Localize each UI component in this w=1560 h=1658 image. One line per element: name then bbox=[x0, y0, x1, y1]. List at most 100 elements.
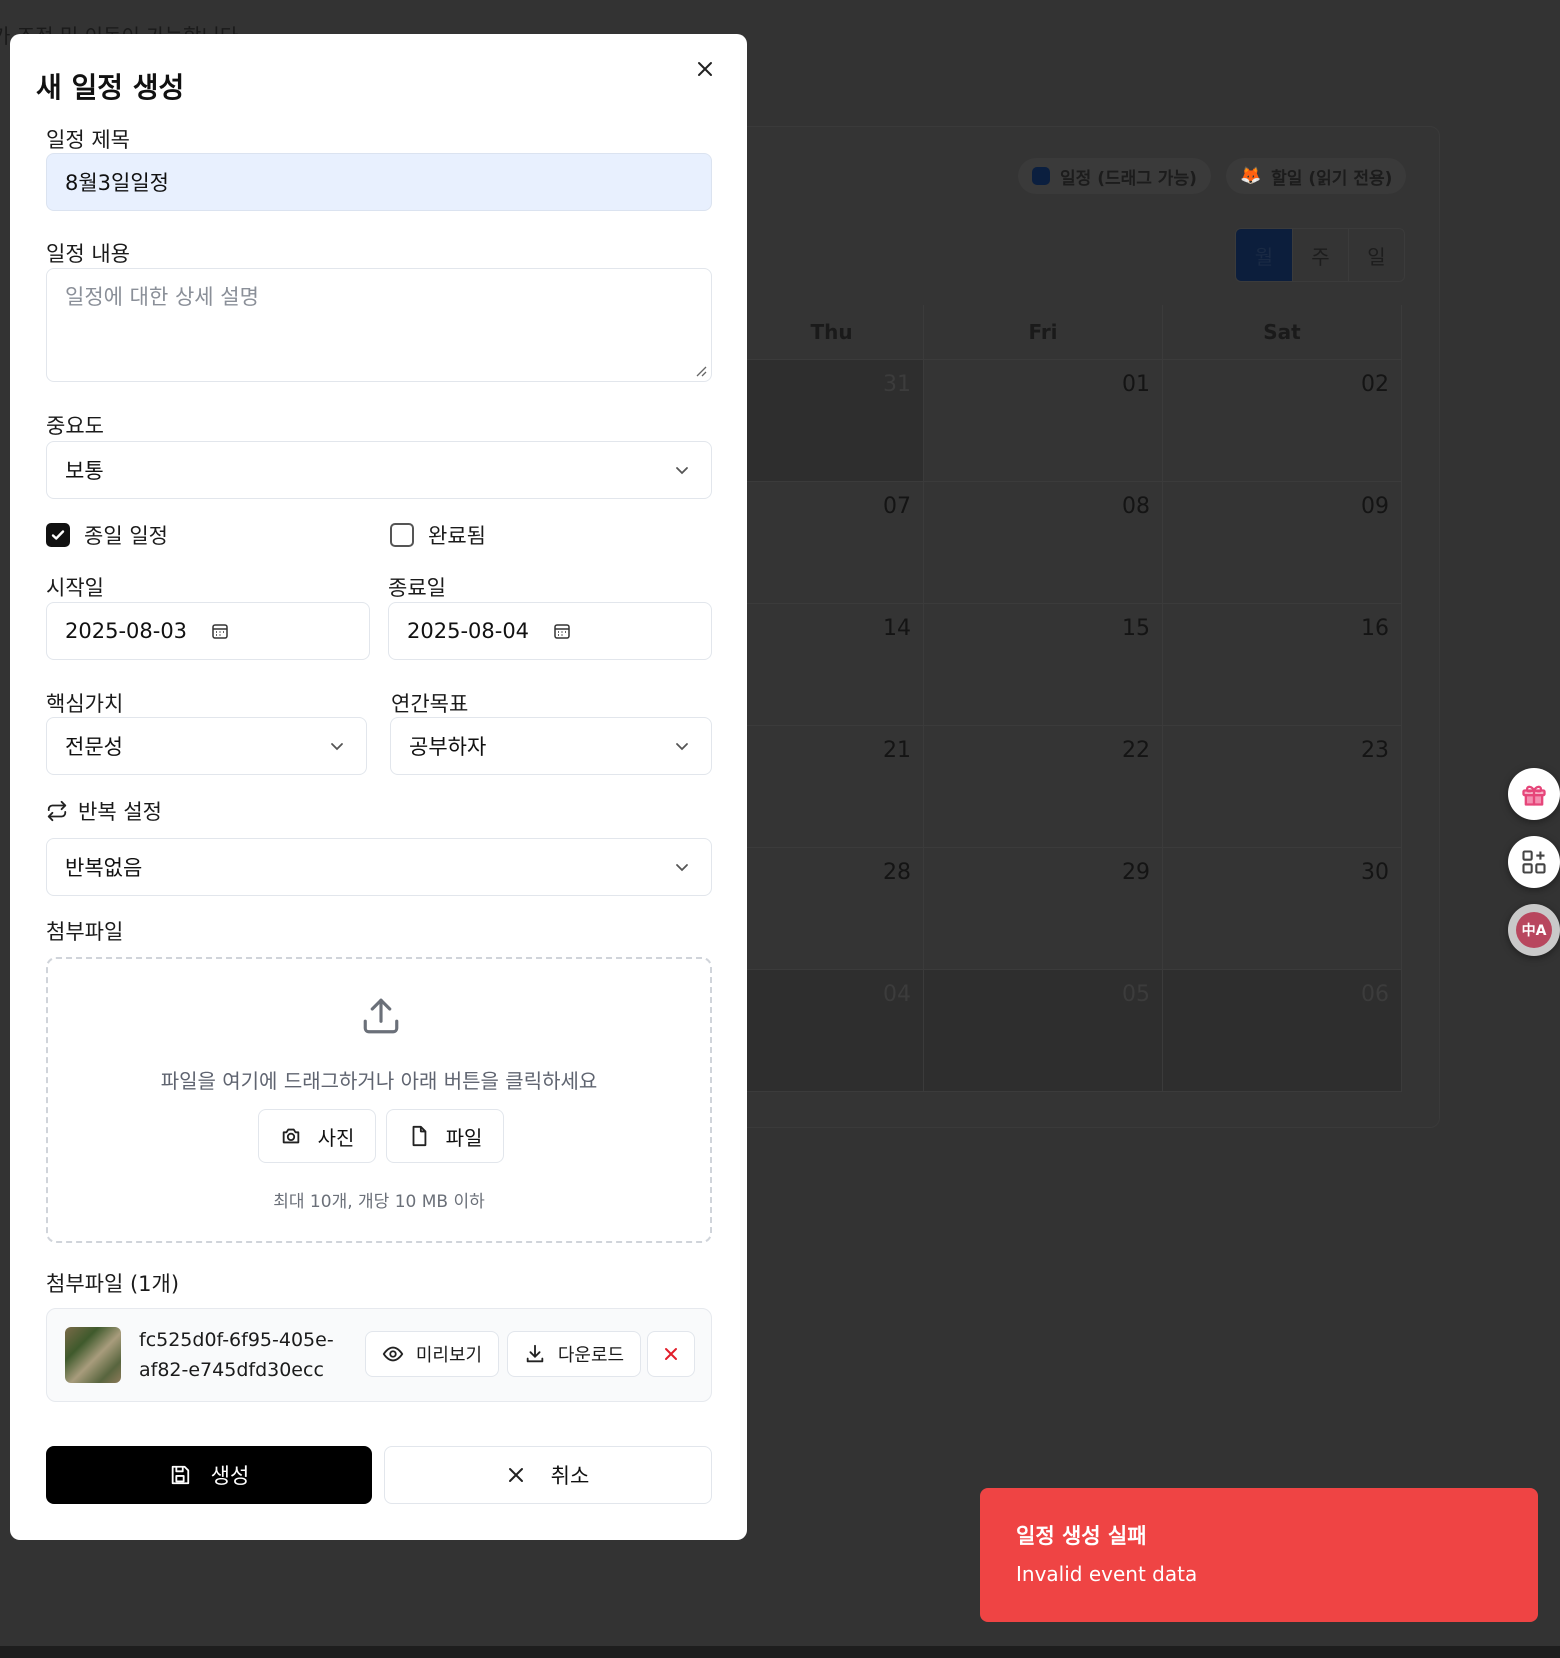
close-icon bbox=[665, 1348, 677, 1360]
repeat-icon bbox=[47, 800, 67, 822]
toast-description: Invalid event data bbox=[1016, 1562, 1198, 1586]
attachment-thumbnail[interactable] bbox=[65, 1327, 121, 1383]
priority-label: 중요도 bbox=[46, 414, 104, 438]
completed-checkbox[interactable] bbox=[390, 523, 414, 547]
close-button[interactable] bbox=[692, 56, 718, 82]
attachment-list-label: 첨부파일 (1개) bbox=[46, 1272, 180, 1296]
title-input[interactable]: 8월3일일정 bbox=[46, 153, 712, 211]
calendar-day[interactable]: 31 bbox=[740, 360, 924, 482]
calendar-day[interactable]: 08 bbox=[924, 482, 1163, 604]
chevron-down-icon bbox=[676, 467, 688, 475]
all-day-checkbox-row[interactable]: 종일 일정 bbox=[46, 520, 168, 550]
camera-icon bbox=[282, 1128, 299, 1144]
view-toggle: 월 주 일 bbox=[1235, 228, 1405, 282]
cancel-button[interactable]: 취소 bbox=[384, 1446, 712, 1504]
dropzone-limit-note: 최대 10개, 개당 10 MB 이하 bbox=[273, 1192, 485, 1212]
annual-goal-label: 연간목표 bbox=[391, 692, 469, 716]
repeat-value: 반복없음 bbox=[65, 856, 143, 880]
title-label: 일정 제목 bbox=[46, 128, 130, 152]
calendar-day[interactable]: 29 bbox=[924, 848, 1163, 970]
all-day-checkbox[interactable] bbox=[46, 523, 70, 547]
chevron-down-icon bbox=[676, 864, 688, 872]
chevron-down-icon bbox=[331, 743, 343, 751]
weekday-header: Thu bbox=[740, 305, 924, 359]
calendar-day[interactable]: 21 bbox=[740, 726, 924, 848]
gift-button[interactable] bbox=[1508, 768, 1560, 820]
resize-grip-icon bbox=[696, 366, 707, 377]
view-month-button[interactable]: 월 bbox=[1236, 229, 1292, 281]
start-date-input[interactable]: 2025-08-03 bbox=[46, 602, 370, 660]
calendar-day[interactable]: 15 bbox=[924, 604, 1163, 726]
content-textarea[interactable]: 일정에 대한 상세 설명 bbox=[46, 268, 712, 382]
calendar-day[interactable]: 16 bbox=[1163, 604, 1402, 726]
attachment-item: fc525d0f-6f95-405e- af82-e745dfd30ecc 미리… bbox=[46, 1308, 712, 1402]
repeat-select[interactable]: 반복없음 bbox=[46, 838, 712, 896]
toast-title: 일정 생성 실패 bbox=[1016, 1524, 1147, 1548]
save-icon bbox=[171, 1465, 189, 1485]
file-button[interactable]: 파일 bbox=[386, 1109, 504, 1163]
calendar-day[interactable]: 06 bbox=[1163, 970, 1402, 1092]
legend-todo: 🦊 할일 (읽기 전용) bbox=[1226, 158, 1407, 194]
calendar-day[interactable]: 07 bbox=[740, 482, 924, 604]
legend-todo-label: 할일 (읽기 전용) bbox=[1271, 168, 1393, 189]
completed-checkbox-row[interactable]: 완료됨 bbox=[390, 520, 486, 550]
all-day-label: 종일 일정 bbox=[84, 524, 168, 548]
calendar-day[interactable]: 28 bbox=[740, 848, 924, 970]
chevron-down-icon bbox=[676, 743, 688, 751]
calendar-day[interactable]: 30 bbox=[1163, 848, 1402, 970]
close-icon bbox=[508, 1468, 523, 1482]
preview-button[interactable]: 미리보기 bbox=[365, 1331, 499, 1377]
bottom-bar bbox=[0, 1646, 1560, 1658]
calendar-day[interactable]: 22 bbox=[924, 726, 1163, 848]
view-day-button[interactable]: 일 bbox=[1348, 229, 1404, 281]
calendar-grid: Thu Fri Sat 31 01 02 07 08 09 14 15 16 2… bbox=[740, 305, 1402, 1092]
photo-button-label: 사진 bbox=[317, 1125, 355, 1150]
apps-add-icon bbox=[1522, 850, 1546, 874]
annual-goal-value: 공부하자 bbox=[409, 735, 487, 759]
annual-goal-select[interactable]: 공부하자 bbox=[390, 717, 712, 775]
calendar-day[interactable]: 01 bbox=[924, 360, 1163, 482]
cancel-button-label: 취소 bbox=[550, 1464, 590, 1488]
calendar-day[interactable]: 04 bbox=[740, 970, 924, 1092]
priority-select[interactable]: 보통 bbox=[46, 441, 712, 499]
calendar-icon[interactable] bbox=[211, 622, 229, 640]
remove-attachment-button[interactable] bbox=[647, 1331, 695, 1377]
download-icon bbox=[526, 1344, 544, 1363]
calendar-day[interactable]: 23 bbox=[1163, 726, 1402, 848]
download-label: 다운로드 bbox=[557, 1345, 625, 1366]
close-icon bbox=[698, 62, 712, 76]
file-icon bbox=[412, 1125, 426, 1147]
preview-label: 미리보기 bbox=[415, 1345, 483, 1366]
legend-event: 일정 (드래그 가능) bbox=[1018, 158, 1211, 194]
start-date-value: 2025-08-03 bbox=[65, 619, 188, 643]
core-value: 전문성 bbox=[65, 735, 123, 759]
eye-icon bbox=[382, 1346, 404, 1362]
calendar-day[interactable]: 02 bbox=[1163, 360, 1402, 482]
calendar-icon[interactable] bbox=[553, 622, 571, 640]
translate-button[interactable]: 中A bbox=[1508, 904, 1560, 956]
photo-button[interactable]: 사진 bbox=[258, 1109, 376, 1163]
legend-event-label: 일정 (드래그 가능) bbox=[1060, 168, 1197, 189]
priority-value: 보통 bbox=[65, 459, 104, 483]
file-dropzone[interactable]: 파일을 여기에 드래그하거나 아래 버튼을 클릭하세요 사진 파일 최대 10개… bbox=[46, 957, 712, 1243]
end-date-input[interactable]: 2025-08-04 bbox=[388, 602, 712, 660]
calendar-day[interactable]: 05 bbox=[924, 970, 1163, 1092]
content-placeholder: 일정에 대한 상세 설명 bbox=[65, 285, 259, 309]
content-label: 일정 내용 bbox=[46, 242, 130, 266]
create-button[interactable]: 생성 bbox=[46, 1446, 372, 1504]
core-value-select[interactable]: 전문성 bbox=[46, 717, 367, 775]
calendar-day[interactable]: 09 bbox=[1163, 482, 1402, 604]
end-date-value: 2025-08-04 bbox=[407, 619, 530, 643]
repeat-label-row: 반복 설정 bbox=[46, 796, 162, 826]
attachment-filename-line: fc525d0f-6f95-405e- bbox=[139, 1329, 334, 1351]
weekday-header: Sat bbox=[1163, 305, 1402, 359]
event-color-swatch bbox=[1032, 167, 1050, 185]
calendar-day[interactable]: 14 bbox=[740, 604, 924, 726]
apps-button[interactable] bbox=[1508, 836, 1560, 888]
view-week-button[interactable]: 주 bbox=[1292, 229, 1348, 281]
file-button-label: 파일 bbox=[445, 1125, 483, 1150]
start-date-label: 시작일 bbox=[46, 576, 104, 600]
upload-icon bbox=[363, 998, 399, 1034]
error-toast[interactable]: 일정 생성 실패 Invalid event data bbox=[980, 1488, 1538, 1622]
download-button[interactable]: 다운로드 bbox=[507, 1331, 641, 1377]
